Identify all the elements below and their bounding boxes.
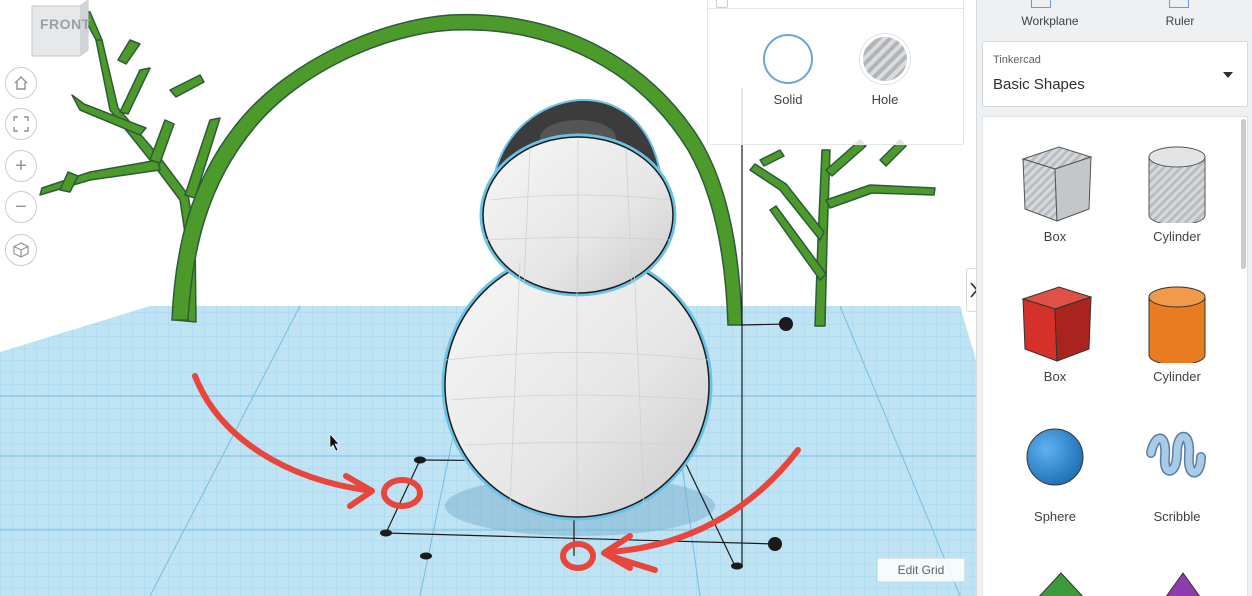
box-hole-icon [1021,146,1093,222]
home-icon [14,76,28,90]
ruler-icon [1169,0,1189,8]
shape-label: Sphere [1034,509,1076,524]
sphere-icon [1026,428,1084,486]
caret-down-icon [1223,72,1233,78]
ruler-tool[interactable]: Ruler [1115,0,1252,36]
workplane-icon [1031,0,1051,8]
panel-checkbox[interactable] [716,0,728,8]
workplane-tool[interactable]: Workplane [977,0,1115,36]
hole-mode-button[interactable]: Hole [850,34,920,107]
home-view-button[interactable] [5,67,37,99]
library-selected: Basic Shapes [993,76,1085,93]
fit-to-view-icon [13,116,29,132]
3d-viewport[interactable]: FRONT + − Solid Hole Edit Grid [0,0,976,596]
shape-label: Scribble [1153,509,1201,524]
shape-label: Box [1043,369,1067,384]
minus-icon: − [15,196,27,218]
shape-library-dropdown[interactable]: Tinkercad Basic Shapes [982,41,1248,107]
edit-grid-button[interactable]: Edit Grid [877,558,965,582]
shape-label: Cylinder [1153,369,1201,384]
shape-label: Box [1043,229,1067,244]
solid-swatch-icon [763,34,813,84]
hole-swatch-icon [860,34,910,84]
plus-icon: + [15,155,27,177]
cylinder-icon [1148,286,1206,363]
box-icon [1021,286,1093,362]
shape-grid: Box Cylinder Box Cylinder Sphere Scribbl… [982,116,1248,596]
perspective-button[interactable] [5,234,37,266]
view-cube[interactable]: FRONT [30,0,92,58]
tree-right[interactable] [749,139,936,327]
solid-mode-button[interactable]: Solid [753,34,823,107]
hole-label: Hole [871,92,899,107]
workplane-label: Workplane [1021,14,1079,28]
shape-item-box[interactable]: Box [995,257,1115,397]
perspective-cube-icon [13,242,29,258]
panel-header-strip [708,0,963,9]
shape-item-sphere[interactable]: Sphere [995,397,1115,537]
library-brand: Tinkercad [993,54,1041,66]
solid-label: Solid [773,92,803,107]
shape-mode-panel: Solid Hole [707,0,964,145]
cone-icon[interactable] [1153,571,1213,596]
scribble-icon [1146,431,1206,478]
shape-item-box-hole[interactable]: Box [995,117,1115,257]
snowman[interactable] [441,98,713,521]
shape-item-scribble[interactable]: Scribble [1117,397,1237,537]
cylinder-hole-icon [1148,146,1206,223]
sidebar-scrollbar[interactable] [1241,119,1246,269]
shape-label: Cylinder [1153,229,1201,244]
shapes-sidebar: Workplane Ruler Tinkercad Basic Shapes B… [976,0,1252,596]
zoom-out-button[interactable]: − [5,191,37,223]
pyramid-icon[interactable] [1031,571,1091,596]
fit-view-button[interactable] [5,108,37,140]
shape-item-cylinder[interactable]: Cylinder [1117,257,1237,397]
zoom-in-button[interactable]: + [5,150,37,182]
shape-item-cylinder-hole[interactable]: Cylinder [1117,117,1237,257]
ruler-label: Ruler [1165,14,1195,28]
view-cube-face-label: FRONT [40,16,91,32]
